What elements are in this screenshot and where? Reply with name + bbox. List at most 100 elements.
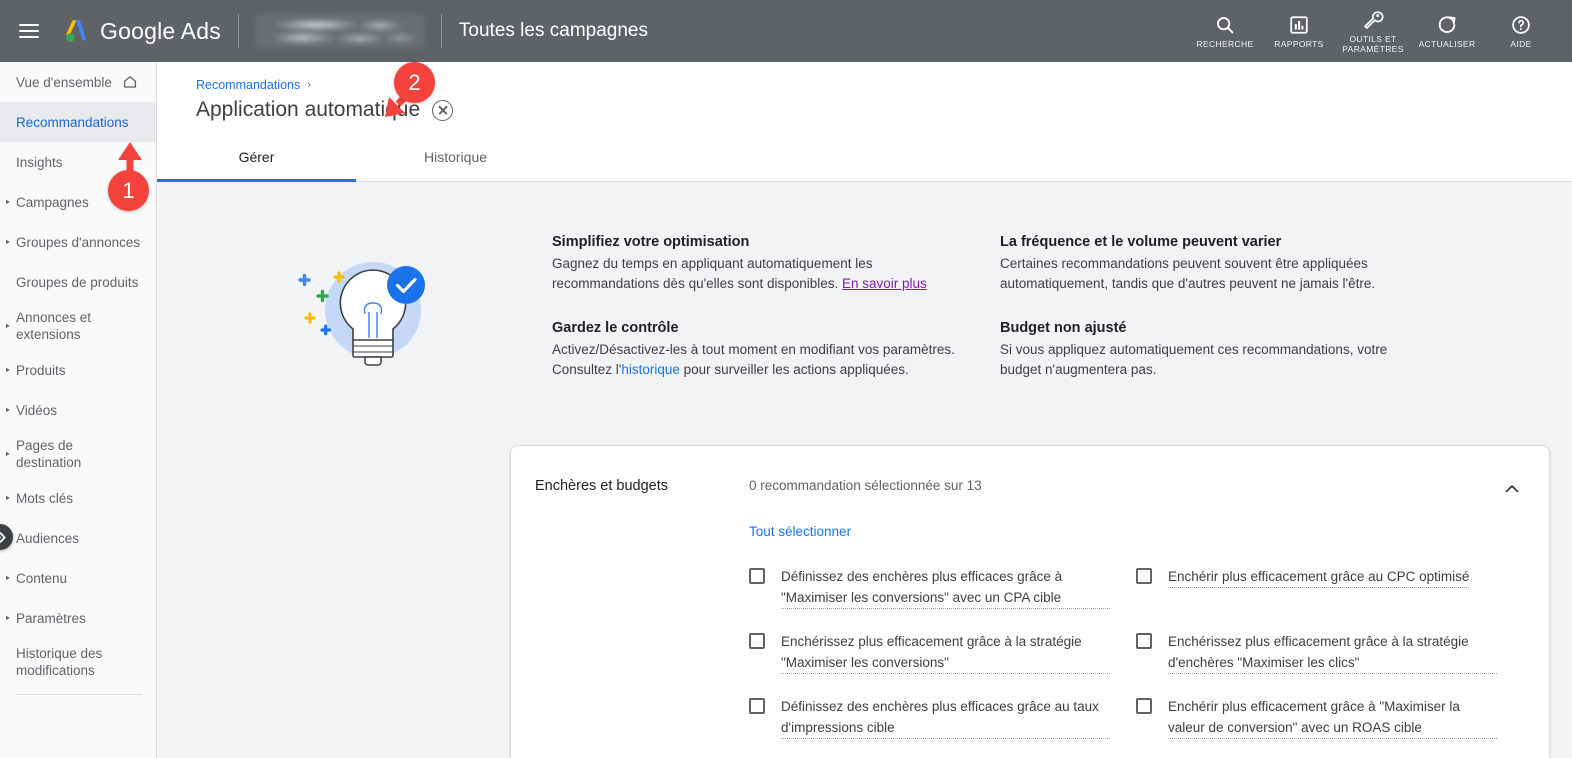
recommendation-item: Enchérir plus efficacement grâce au CPC …	[1136, 555, 1523, 620]
intro-block-body: Certaines recommandations peuvent souven…	[1000, 256, 1376, 291]
recommendation-label[interactable]: Enchérissez plus efficacement grâce à la…	[781, 631, 1110, 674]
historique-link[interactable]: historique	[621, 362, 680, 377]
help-button[interactable]: AIDE	[1484, 0, 1558, 62]
sidebar-item-produits[interactable]: ▸ Produits	[0, 350, 156, 390]
sidebar-item-groupes-dannonces[interactable]: ▸ Groupes d'annonces	[0, 222, 156, 262]
sidebar-item-audiences[interactable]: Audiences	[0, 518, 156, 558]
search-label: RECHERCHE	[1196, 38, 1254, 49]
reports-bar-chart-icon	[1290, 15, 1308, 34]
intro-column-right: La fréquence et le volume peuvent varier…	[1000, 234, 1400, 406]
sidebar-item-label: Audiences	[16, 530, 80, 546]
intro-block-text-after: pour surveiller les actions appliquées.	[679, 362, 909, 377]
intro-section: Simplifiez votre optimisation Gagnez du …	[157, 182, 1572, 406]
chevron-right-icon: ▸	[5, 493, 10, 502]
sidebar-divider	[16, 694, 142, 695]
recommendation-checkbox[interactable]	[749, 568, 765, 584]
tools-wrench-icon	[1364, 10, 1384, 29]
tab-label: Historique	[423, 148, 488, 165]
chevron-right-icon: ▸	[5, 613, 10, 622]
breadcrumb-link-recommandations[interactable]: Recommandations	[196, 78, 300, 92]
intro-block-gardez-le-controle: Gardez le contrôle Activez/Désactivez-le…	[552, 320, 976, 380]
chevron-double-right-icon	[0, 531, 6, 543]
brand-title: Google Ads	[100, 17, 221, 44]
reports-label: RAPPORTS	[1274, 38, 1324, 49]
recommendation-checkbox[interactable]	[749, 633, 765, 649]
sidebar-item-videos[interactable]: ▸ Vidéos	[0, 390, 156, 430]
google-ads-logo-icon	[61, 16, 91, 46]
sidebar-item-groupes-de-produits[interactable]: Groupes de produits	[0, 262, 156, 302]
card-title: Enchères et budgets	[535, 478, 669, 494]
recommendation-label[interactable]: Définissez des enchères plus efficaces g…	[781, 696, 1110, 739]
recommendation-list: Définissez des enchères plus efficaces g…	[511, 541, 1549, 750]
recommendation-item: Définissez des enchères plus efficaces g…	[749, 555, 1136, 620]
sidebar-item-mots-cles[interactable]: ▸ Mots clés	[0, 478, 156, 518]
intro-block-body: Gagnez du temps en appliquant automatiqu…	[552, 254, 976, 294]
refresh-button[interactable]: ACTUALISER	[1410, 0, 1484, 62]
top-app-bar: Google Ads Toutes les campagnes RECHERCH…	[0, 0, 1572, 62]
tab-gerer[interactable]: Gérer	[157, 132, 356, 182]
sidebar-item-historique-des-modifications[interactable]: Historique des modifications	[0, 638, 156, 686]
chevron-right-icon: ▸	[5, 405, 10, 414]
recommendation-checkbox[interactable]	[749, 698, 765, 714]
chevron-right-icon: ▸	[5, 237, 10, 246]
recommendation-label[interactable]: Enchérir plus efficacement grâce à "Maxi…	[1168, 696, 1497, 739]
intro-block-text: Gagnez du temps en appliquant automatiqu…	[552, 256, 873, 291]
reports-button[interactable]: RAPPORTS	[1262, 0, 1336, 62]
divider	[237, 14, 239, 48]
sidebar-item-parametres[interactable]: ▸ Paramètres	[0, 598, 156, 638]
intro-block-title: Budget non ajusté	[1000, 320, 1127, 336]
annotation-marker-2: 2	[394, 62, 435, 103]
intro-column-left: Simplifiez votre optimisation Gagnez du …	[552, 234, 976, 406]
tab-bar: Gérer Historique	[157, 132, 1572, 182]
sidebar-item-label: Groupes de produits	[16, 274, 139, 290]
select-all-link[interactable]: Tout sélectionner	[749, 524, 851, 539]
annotation-number: 1	[122, 177, 135, 203]
sidebar-item-label: Annonces et extensions	[16, 310, 92, 342]
sidebar-item-label: Pages de destination	[16, 438, 82, 470]
recommendations-card-encheres-et-budgets: Enchères et budgets 0 recommandation sél…	[510, 445, 1550, 758]
search-button[interactable]: RECHERCHE	[1188, 0, 1262, 62]
recommendation-label[interactable]: Enchérissez plus efficacement grâce à la…	[1168, 631, 1497, 674]
help-label: AIDE	[1510, 38, 1532, 49]
tab-label: Gérer	[238, 148, 275, 165]
hamburger-menu-icon[interactable]	[19, 24, 39, 38]
sidebar-item-label: Vue d'ensemble	[16, 74, 112, 90]
intro-block-title: Gardez le contrôle	[552, 320, 679, 336]
sidebar-item-pages-de-destination[interactable]: ▸ Pages de destination	[0, 430, 156, 478]
intro-block-simplifiez: Simplifiez votre optimisation Gagnez du …	[552, 234, 976, 294]
lightbulb-check-illustration	[297, 262, 425, 366]
sidebar-item-label: Produits	[16, 362, 66, 378]
annotation-number: 2	[408, 69, 421, 95]
recommendation-label[interactable]: Définissez des enchères plus efficaces g…	[781, 566, 1110, 609]
close-circle-icon[interactable]	[432, 99, 454, 121]
sidebar-item-recommandations[interactable]: Recommandations	[0, 102, 156, 142]
sidebar-item-label: Mots clés	[16, 490, 74, 506]
sidebar-item-contenu[interactable]: ▸ Contenu	[0, 558, 156, 598]
tools-settings-button[interactable]: OUTILS ET PARAMÈTRES	[1336, 0, 1410, 62]
search-icon	[1217, 16, 1234, 33]
chevron-right-icon: ▸	[5, 365, 10, 374]
intro-block-body: Si vous appliquez automatiquement ces re…	[1000, 342, 1388, 377]
recommendation-item: Définissez des enchères plus efficaces g…	[749, 685, 1136, 750]
recommendation-label[interactable]: Enchérir plus efficacement grâce au CPC …	[1168, 566, 1470, 588]
en-savoir-plus-link[interactable]: En savoir plus	[842, 276, 927, 291]
recommendation-checkbox[interactable]	[1136, 698, 1152, 714]
chevron-right-icon: ▸	[5, 573, 10, 582]
sidebar-item-label: Groupes d'annonces	[16, 234, 141, 250]
intro-block-frequence-volume: La fréquence et le volume peuvent varier…	[1000, 234, 1400, 294]
sidebar-item-annonces-et-extensions[interactable]: ▸ Annonces et extensions	[0, 302, 156, 350]
intro-block-body: Activez/Désactivez-les à tout moment en …	[552, 340, 976, 380]
page-header: Recommandations › Application automatiqu…	[157, 62, 1572, 132]
sidebar-item-vue-densemble[interactable]: Vue d'ensemble	[0, 62, 156, 102]
refresh-label: ACTUALISER	[1418, 38, 1476, 49]
tools-settings-label: OUTILS ET PARAMÈTRES	[1342, 33, 1404, 54]
chevron-up-icon[interactable]	[1501, 478, 1523, 500]
sidebar-item-label: Paramètres	[16, 610, 86, 626]
account-name-redacted[interactable]	[255, 14, 424, 48]
recommendation-checkbox[interactable]	[1136, 568, 1152, 584]
recommendation-checkbox[interactable]	[1136, 633, 1152, 649]
main-content-area: Recommandations › Application automatiqu…	[157, 62, 1572, 758]
tab-historique[interactable]: Historique	[356, 132, 555, 181]
scroll-region: Simplifiez votre optimisation Gagnez du …	[157, 182, 1572, 758]
illustration-container	[157, 234, 552, 406]
